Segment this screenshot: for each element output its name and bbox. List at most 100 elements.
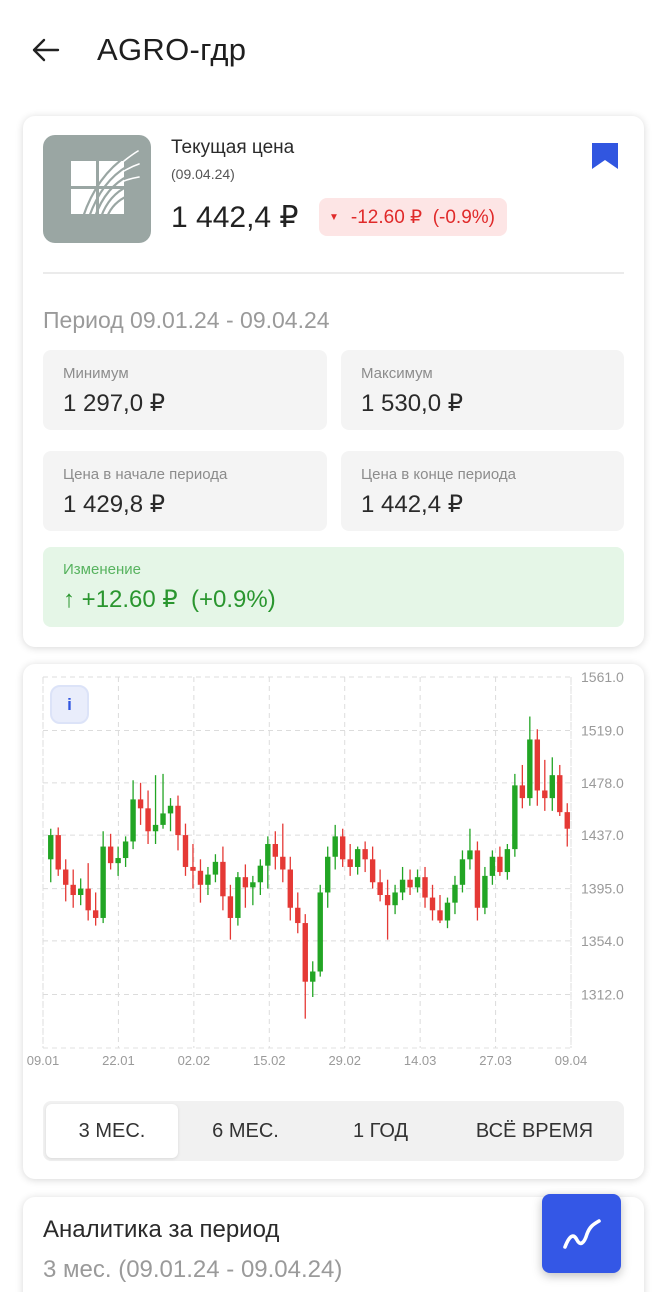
- candle-body: [145, 808, 151, 832]
- candle-body: [295, 907, 301, 924]
- candle-body: [205, 874, 211, 885]
- candle-body: [429, 897, 436, 911]
- x-tick-label: 15.02: [253, 1053, 286, 1068]
- candle-body: [399, 879, 406, 893]
- candle-body: [48, 835, 54, 860]
- candle-body: [339, 836, 346, 860]
- candle-body: [392, 892, 398, 906]
- candle-body: [197, 870, 204, 885]
- candle-body: [452, 884, 458, 903]
- candle-body: [504, 849, 511, 873]
- candle-body: [302, 923, 308, 982]
- bookmark-icon[interactable]: [591, 142, 619, 170]
- stat-label: Цена в конце периода: [361, 466, 516, 483]
- triangle-down-icon: ▼: [329, 211, 339, 223]
- candle-body: [474, 850, 481, 908]
- candle-body: [265, 844, 271, 866]
- analytics-title: Аналитика за период: [43, 1216, 280, 1243]
- range-6m-button[interactable]: 6 МЕС.: [178, 1104, 313, 1158]
- candle-body: [459, 859, 466, 885]
- candle-body: [549, 775, 555, 799]
- analytics-subtitle: 3 мес. (09.01.24 - 09.04.24): [43, 1256, 343, 1283]
- y-tick-label: 1519.0: [581, 723, 624, 739]
- candle-body: [182, 835, 189, 867]
- candle-body: [354, 849, 361, 867]
- stat-end-price: Цена в конце периода 1 442,4 ₽: [341, 451, 624, 531]
- chart-fab-button[interactable]: [542, 1194, 621, 1273]
- candle-body: [377, 882, 383, 896]
- stat-label: Минимум: [63, 365, 129, 382]
- candle-body: [384, 895, 391, 906]
- candle-body: [347, 859, 353, 867]
- y-tick-label: 1354.0: [581, 933, 624, 949]
- top-bar: AGRO-гдр: [0, 0, 660, 100]
- x-tick-label: 27.03: [479, 1053, 512, 1068]
- candle-body: [527, 739, 533, 799]
- candle-body: [220, 861, 226, 897]
- x-tick-label: 02.02: [178, 1053, 211, 1068]
- stat-start-price: Цена в начале периода 1 429,8 ₽: [43, 451, 327, 531]
- chart-card: 1561.0 1519.0 1478.0 1437.0 1395.0 1354.0 1312…: [23, 664, 644, 1179]
- x-tick-label: 22.01: [102, 1053, 135, 1068]
- stat-label: Цена в начале периода: [63, 466, 228, 483]
- quote-date: (09.04.24): [171, 166, 235, 182]
- candle-body: [100, 846, 106, 918]
- range-1y-button[interactable]: 1 ГОД: [313, 1104, 448, 1158]
- candle-body: [325, 856, 331, 893]
- current-price: 1 442,4 ₽: [171, 201, 299, 234]
- candle-body: [444, 902, 451, 921]
- candle-body: [63, 869, 69, 885]
- candle-body: [362, 849, 368, 860]
- range-all-button[interactable]: ВСЁ ВРЕМЯ: [448, 1104, 621, 1158]
- stat-value: 1 442,4 ₽: [361, 491, 464, 518]
- candle-body: [272, 844, 279, 857]
- change-value: +12.60 ₽ (+0.9%): [81, 586, 276, 613]
- candle-body: [190, 866, 196, 871]
- candle-body: [175, 805, 181, 836]
- y-tick-label: 1561.0: [581, 669, 624, 685]
- x-tick-label: 09.04: [555, 1053, 588, 1068]
- stat-minimum: Минимум 1 297,0 ₽: [43, 350, 327, 430]
- candle-body: [542, 790, 548, 799]
- y-tick-label: 1395.0: [581, 881, 624, 897]
- trend-line-icon: [562, 1218, 601, 1249]
- candle-body: [287, 869, 293, 908]
- candle-body: [92, 910, 99, 918]
- y-tick-label: 1478.0: [581, 775, 624, 791]
- candle-body: [310, 971, 316, 982]
- range-3m-button[interactable]: 3 МЕС.: [46, 1104, 178, 1158]
- candle-body: [122, 841, 129, 859]
- candle-body: [137, 799, 144, 809]
- candle-body: [534, 739, 541, 791]
- company-logo: [43, 135, 151, 243]
- candle-body: [130, 799, 136, 842]
- candle-body: [489, 856, 496, 876]
- price-change-value: -12.60 ₽ (-0.9%): [350, 206, 495, 228]
- candle-body: [257, 865, 264, 883]
- candlestick-chart[interactable]: 1561.0 1519.0 1478.0 1437.0 1395.0 1354.0 1312…: [23, 664, 644, 1084]
- candle-body: [497, 856, 503, 873]
- candle-body: [85, 888, 91, 911]
- range-selector: 3 МЕС. 6 МЕС. 1 ГОД ВСЁ ВРЕМЯ: [43, 1101, 624, 1161]
- candle-body: [482, 875, 488, 908]
- period-label: Период 09.01.24 - 09.04.24: [43, 307, 330, 333]
- candle-body: [227, 896, 234, 918]
- candle-body: [467, 850, 473, 860]
- candle-body: [317, 892, 323, 972]
- candle-body: [212, 861, 219, 875]
- stat-label: Максимум: [361, 365, 433, 382]
- candle-body: [235, 877, 241, 918]
- current-price-label: Текущая цена: [171, 137, 295, 158]
- x-tick-label: 14.03: [404, 1053, 437, 1068]
- y-tick-label: 1437.0: [581, 827, 624, 843]
- candle-body: [160, 813, 166, 825]
- info-button[interactable]: i: [50, 685, 89, 724]
- stat-change: Изменение ↑ +12.60 ₽ (+0.9%): [43, 547, 624, 627]
- back-arrow-icon[interactable]: [28, 32, 64, 68]
- y-tick-label: 1312.0: [581, 986, 624, 1002]
- candle-body: [77, 888, 84, 896]
- candle-body: [564, 812, 570, 829]
- x-tick-label: 29.02: [328, 1053, 361, 1068]
- stat-value: 1 530,0 ₽: [361, 390, 464, 417]
- candle-body: [70, 884, 76, 896]
